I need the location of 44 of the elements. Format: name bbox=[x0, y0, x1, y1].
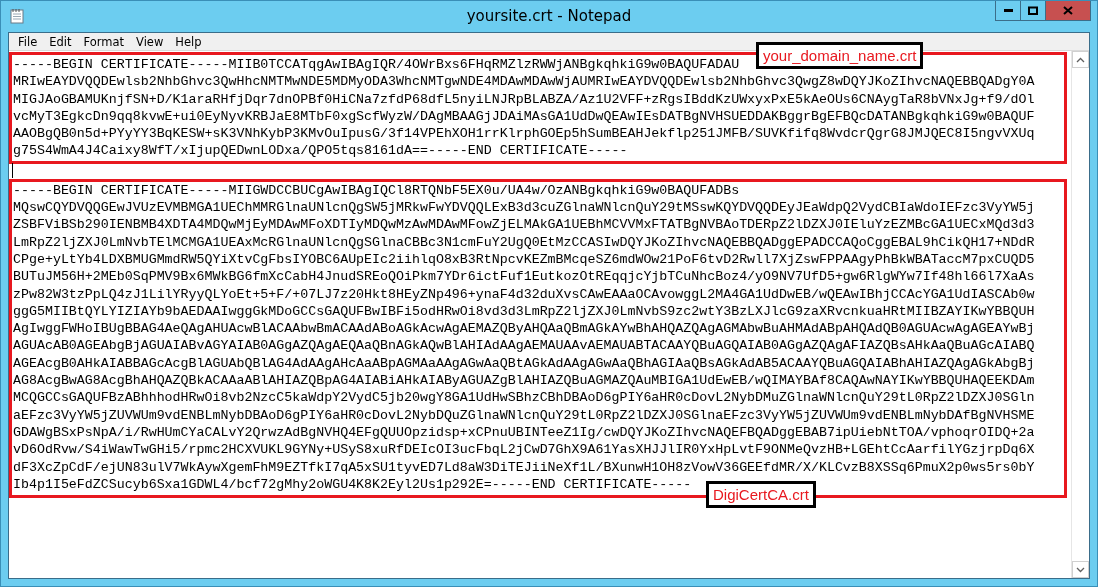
notepad-icon bbox=[10, 8, 24, 24]
chevron-down-icon bbox=[1076, 566, 1085, 573]
menu-item[interactable]: Help bbox=[169, 34, 208, 49]
certificate-line: -----BEGIN CERTIFICATE-----MIIGWDCCBUCgAwIBAgIQCl8RTQNbF5EX0u/UA4w/OzANBgkqhkiG9w0BAQUFADBs bbox=[12, 181, 740, 200]
certificate-line: AGUAcAB0AGEAbgBjAGUAIABvAGYAIAB0AGgAZQAgAEQAaQBnAGkAQwBlAHIAdAAgAEMAUAAvAEMAUABTACAAYQBuAGQAIAB0AGgAZQAgAFIAZQBsAHkAaQBuAGcAIABQ bbox=[12, 337, 1035, 355]
certificate-line: vcMyT3EgkcDn9qq8kvwE+ui0EyNyvKRBJaE8MTbF0xgScfWyzW/DAgMBAAGjJDAiMAsGA1UdDwQEAwIEsDATBgNVHSUEDDAKBggrBgEFBQcDATANBgkqhkiG9w0BAQUF bbox=[12, 107, 1035, 126]
certificate-line: AG8AcgBwAG8AcgBhAHQAZQBkACAAaABlAHIAZQBpAG4AIABiAHkAIAByAGUAZgBlAHIAZQBuAGMAZQAuMBIGA1UdEwEB/wQIMAYBAf8CAQAwNAYIKwYBBQUHAQEEKDAm bbox=[12, 372, 1035, 390]
certificate-line: MRIwEAYDVQQDEwlsb2NhbGhvc3QwHhcNMTMwNDE5MDMyODA3WhcNMTgwNDE4MDAwMDAwWjAUMRIwEAYDVQQDEwlsb2NhbGhvc3QwgZ8wDQYJKoZIhvcNAQEBBQADgY0A bbox=[12, 73, 1035, 91]
certificate-line: MIGJAoGBAMUKnjfSN+D/K1araRHfjDqr7dnOPBf0HiCNa7zfdP68dfL5nyiLNJRpBLABZA/Az1U2VFF+zRgsIBddKzUWxyxPxE5kAeOUs6CNAygTaR8bVNxJg+f9/dOl bbox=[12, 90, 1035, 108]
minimize-icon bbox=[1003, 9, 1013, 12]
window-title: yoursite.crt - Notepad bbox=[466, 7, 632, 25]
certificate-line: AAOBgQB0n5d+PYyYY3BqKESW+sK3VNhKybP3KMvOuIpusG/3f14VPEhXOH1rrKlrphGOEp5hSumBEAHJekflp251JMFB/SUVKfifq8WvdcrQgrG8JMJQEC8I5ngvVXUq bbox=[12, 125, 1035, 143]
menu-item[interactable]: View bbox=[130, 34, 170, 49]
certificate-line: vD6OdRvw/S4iWawTwGHi5/rpmc2HCXVUKL9GYNy+USyS8xuRfDEIcOI3ucFbqL2jCwD7GhX9A61YasXHJJlIR0YxHpLvtF9ONMeQvzHB+LGEhtCcAarfilYGzjrpDq6X bbox=[12, 441, 1035, 459]
file-label: DigiCertCA.crt bbox=[706, 481, 816, 509]
certificate-line: MCQGCCsGAQUFBzABhhhodHRwOi8vb2NzcC5kaWdpY2VydC5jb20wgY8GA1UdHwSBhzCBhDBAoD6gPIY6aHR0cDovL2NybDMuZGlnaWNlcnQuY29tL0RpZ2lDZXJ0SGln bbox=[12, 389, 1035, 407]
certificate-line: MQswCQYDVQQGEwJVUzEVMBMGA1UEChMMRGlnaUNlcnQgSW5jMRkwFwYDVQQLExB3d3cuZGlnaWNlcnQuY29tMSswKQYDVQQDEyJEaWdpQ2VydCBIaWdoIEFzc3VyYW5j bbox=[12, 199, 1035, 217]
minimize-button[interactable] bbox=[995, 1, 1021, 21]
certificate-line: ggG5MIIBtQYLYIZIAYb9bAEDAAIwggGkMDoGCCsGAQUFBwIBFi5odHRwOi8vd3d3LmRpZ2ljZXJ0LmNvbS9zc2wtY3BzLXJlcG9zaXRvcnkuaHRtMIIBZAYIKwYBBQUH bbox=[12, 302, 1035, 321]
scroll-up-button[interactable] bbox=[1072, 51, 1089, 68]
menu-item[interactable]: Edit bbox=[43, 34, 78, 49]
file-label: your_domain_name.crt bbox=[756, 42, 924, 69]
scrollbar[interactable] bbox=[1071, 51, 1089, 578]
certificate-line: dF3XcZpCdF/ejUN83ulV7WkAywXgemFhM9EZTfkI7qA5xSU1tyvED7Ld8aW3DiTEJiiNeXf1L/BXunwH1OH8zVowV36GEEfdMR/X/KLCvzB8XSSq6PmuX2p0ws5rs0bY bbox=[12, 458, 1035, 476]
menu-item[interactable]: File bbox=[12, 34, 44, 49]
text-cursor bbox=[12, 162, 13, 178]
certificate-line: CPge+yLtYb4LDXBMUGMmdRW5QYiXtvCgFbsIYOBC6AUpEIc2iihlqO8xB3RtNpcvKEZmBMcqeSZ6mdWOw21PoF6tvD2Rwll7XjZswFPPAAgyPhBkWBATaccM7pxCUQD5 bbox=[12, 250, 1035, 269]
certificate-line: BUTuJM56H+2MEb0SqPMV9Bx6MWkBG6fmXcCabH4JnudSREoQOiPkm7YDr6ictFuf1EutkozOtREqqjcYjbTCuNhcBoz4/yO9NV7UfD5+gw6RlgWYw7If48hl66l7XaAs bbox=[12, 268, 1035, 286]
certificate-line: LmRpZ2ljZXJ0LmNvbTElMCMGA1UEAxMcRGlnaUNlcnQgSGlnaCBBc3N1cmFuY2UgQ0EtMzCCASIwDQYJKoZIhvcNAQEBBQADggEPADCCAQoCggEBAL9hCikQH17+NDdR bbox=[12, 233, 1035, 251]
chevron-up-icon bbox=[1076, 56, 1085, 63]
certificate-line: Ib4p1I5eFdZCSucyb6Sxa1GDWL4/bcf72gMhy2oWGU4K8K2Eyl2Us1p292E=-----END CERTIFICATE----- bbox=[12, 475, 692, 494]
certificate-line: g75S4WmA4J4Caixy8WfT/xIjupQEDwnLODxa/QPO5tqs8161dA==-----END CERTIFICATE----- bbox=[12, 142, 628, 160]
certificate-line: AgIwggFWHoIBUgBBAG4AeQAgAHUAcwBlACAAbwBmACAAdABoAGkAcwAgAEMAZQByAHQAaQBmAGkAYwBhAHQAZQAgAGMAbwBuAHMAdABpAHQAdQB0AGUAcwAgAGEAYwBj bbox=[12, 320, 1035, 338]
certificate-line: AGEAcgB0AHkAIABBAGcAcgBlAGUAbQBlAG4AdAAgAHcAaABpAGMAaAAgAGwAaQBtAGkAdAAgAGwAaQBhAGIAaQBsAGkAdAB5ACAAYQBuAGQAIABhAHIAZQAgAGkAbgBj bbox=[12, 354, 1035, 373]
scroll-down-button[interactable] bbox=[1072, 561, 1089, 578]
close-button[interactable] bbox=[1045, 1, 1091, 21]
certificate-line: -----BEGIN CERTIFICATE-----MIIB0TCCATqgAwIBAgIQR/4OWrBxs6FHqRMZlzRWWjANBgkqhkiG9w0BAQUFADAU bbox=[12, 56, 740, 74]
certificate-line: GDAWgBSxPsNpA/i/RwHUmCYaCALvY2QrwzAdBgNVHQ4EFgQUUOpzidsp+xCPnuUBINTeeZ1Ig/cwDQYJKoZIhvcNAQEFBQADggEBAB7ipUiebNtTOA/vphoqrOIDQ+2a bbox=[12, 423, 1035, 442]
close-icon bbox=[1063, 6, 1073, 15]
certificate-line: aEFzc3VyYW5jZUVWUm9vdENBLmNybDBAoD6gPIY6aHR0cDovL2NybDQuZGlnaWNlcnQuY29tL0RpZ2lDZXJ0SGlnaEFzc3VyYW5jZUVWUm9vdENBLmNybDAfBgNVHSME bbox=[12, 406, 1035, 424]
menu-item[interactable]: Format bbox=[77, 34, 131, 49]
certificate-line: zPw82W3tzPpLQ4zJ1LilYRyyQLYoEt+5+F/+07LJ7z20Hkt8HEyZNp496+ynaF4d32duXvsCAwEAAaOCAvowggL2MA4GA1UdDwEB/wQEAwIBhjCCAcYGA1UdIASCAb0w bbox=[12, 285, 1035, 303]
maximize-icon bbox=[1028, 6, 1038, 15]
certificate-line: ZSBFViBSb290IENBMB4XDTA4MDQwMjEyMDAwMFoXDTIyMDQwMzAwMDAwMFowZjELMAkGA1UEBhMCVVMxFTATBgNVBAoTDERpZ2lDZXJ0IEluYzEZMBcGA1UECxMQd3d3 bbox=[12, 216, 1035, 234]
